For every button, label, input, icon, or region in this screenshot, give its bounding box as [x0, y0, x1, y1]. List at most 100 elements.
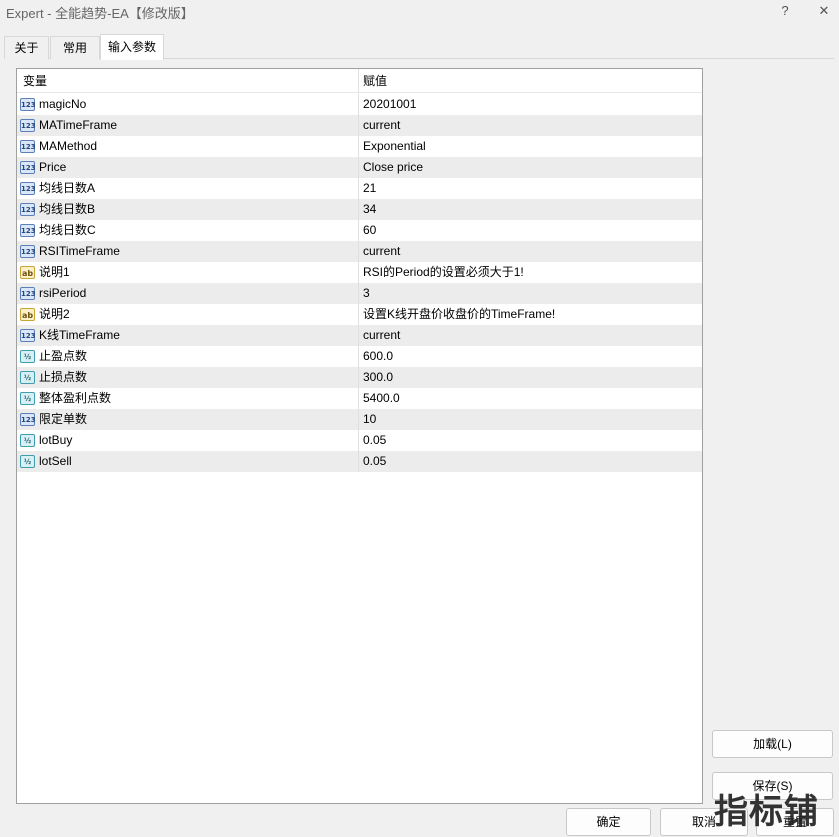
- table-row[interactable]: ½ 止损点数 300.0: [17, 367, 702, 388]
- parameter-name-cell[interactable]: 123 均线日数A: [17, 178, 359, 199]
- table-row[interactable]: ½ 整体盈利点数 5400.0: [17, 388, 702, 409]
- parameter-value[interactable]: Exponential: [359, 136, 701, 157]
- table-row[interactable]: 123 限定单数 10: [17, 409, 702, 430]
- parameter-name-cell[interactable]: 123 magicNo: [17, 94, 359, 115]
- parameter-name: 均线日数C: [39, 223, 96, 237]
- tab-common[interactable]: 常用: [50, 36, 100, 59]
- integer-type-icon: 123: [20, 140, 36, 153]
- parameter-value[interactable]: 0.05: [359, 430, 701, 451]
- parameter-name-cell[interactable]: 123 rsiPeriod: [17, 283, 359, 304]
- table-row[interactable]: 123 MATimeFrame current: [17, 115, 702, 136]
- integer-type-icon: 123: [20, 119, 36, 132]
- parameter-name-cell[interactable]: ½ 止盈点数: [17, 346, 359, 367]
- parameter-name-cell[interactable]: 123 K线TimeFrame: [17, 325, 359, 346]
- parameter-value[interactable]: RSI的Period的设置必须大于1!: [359, 262, 701, 283]
- table-row[interactable]: 123 MAMethod Exponential: [17, 136, 702, 157]
- parameter-value[interactable]: 300.0: [359, 367, 701, 388]
- parameter-name: MAMethod: [39, 139, 98, 153]
- parameter-name-cell[interactable]: 123 MAMethod: [17, 136, 359, 157]
- parameter-name-cell[interactable]: ab 说明2: [17, 304, 359, 325]
- parameter-value[interactable]: 34: [359, 199, 701, 220]
- tab-strip: 关于 常用 输入参数: [4, 34, 834, 60]
- column-header-variable[interactable]: 变量: [17, 69, 358, 93]
- parameter-value[interactable]: 20201001: [359, 94, 701, 115]
- table-row[interactable]: 123 RSITimeFrame current: [17, 241, 702, 262]
- parameter-name: lotBuy: [39, 433, 73, 447]
- table-row[interactable]: 123 均线日数A 21: [17, 178, 702, 199]
- parameter-name-cell[interactable]: ab 说明1: [17, 262, 359, 283]
- integer-type-icon: 123: [20, 98, 36, 111]
- parameter-name: 止损点数: [39, 370, 88, 384]
- table-row[interactable]: ½ lotBuy 0.05: [17, 430, 702, 451]
- grid-header: 变量 赋值: [17, 69, 702, 93]
- integer-type-icon: 123: [20, 245, 36, 258]
- parameter-name-cell[interactable]: ½ 整体盈利点数: [17, 388, 359, 409]
- column-header-value[interactable]: 赋值: [359, 69, 701, 93]
- parameter-name-cell[interactable]: 123 MATimeFrame: [17, 115, 359, 136]
- parameter-name-cell[interactable]: 123 限定单数: [17, 409, 359, 430]
- parameter-name: K线TimeFrame: [39, 328, 120, 342]
- window-title: Expert - 全能趋势-EA【修改版】: [6, 6, 194, 21]
- parameter-name: rsiPeriod: [39, 286, 87, 300]
- parameter-value[interactable]: 21: [359, 178, 701, 199]
- parameter-name: magicNo: [39, 97, 87, 111]
- load-button[interactable]: 加载(L): [712, 730, 833, 758]
- parameters-grid: 变量 赋值 123 magicNo 20201001 123 MATimeFrame cu…: [16, 68, 703, 804]
- parameter-value[interactable]: 600.0: [359, 346, 701, 367]
- parameter-name-cell[interactable]: ½ lotSell: [17, 451, 359, 472]
- parameter-value[interactable]: current: [359, 115, 701, 136]
- integer-type-icon: 123: [20, 161, 36, 174]
- parameter-value[interactable]: 60: [359, 220, 701, 241]
- table-row[interactable]: ½ lotSell 0.05: [17, 451, 702, 472]
- parameter-name: 均线日数B: [39, 202, 96, 216]
- table-row[interactable]: 123 Price Close price: [17, 157, 702, 178]
- table-row[interactable]: 123 K线TimeFrame current: [17, 325, 702, 346]
- parameter-rows: 123 magicNo 20201001 123 MATimeFrame current 1…: [17, 94, 702, 472]
- table-row[interactable]: ½ 止盈点数 600.0: [17, 346, 702, 367]
- integer-type-icon: 123: [20, 413, 36, 426]
- tab-inputs[interactable]: 输入参数: [100, 34, 164, 60]
- ok-button[interactable]: 确定: [566, 808, 651, 836]
- integer-type-icon: 123: [20, 203, 36, 216]
- double-type-icon: ½: [20, 392, 35, 405]
- integer-type-icon: 123: [20, 329, 36, 342]
- close-button[interactable]: ✕: [815, 2, 833, 20]
- parameter-name: 说明1: [39, 265, 70, 279]
- parameter-name: MATimeFrame: [39, 118, 117, 132]
- parameter-value[interactable]: 3: [359, 283, 701, 304]
- parameter-name: 说明2: [39, 307, 70, 321]
- parameter-value[interactable]: 设置K线开盘价收盘价的TimeFrame!: [359, 304, 701, 325]
- parameter-name: 整体盈利点数: [39, 391, 112, 405]
- parameter-value[interactable]: 5400.0: [359, 388, 701, 409]
- parameter-name: lotSell: [39, 454, 72, 468]
- watermark-logo: 指标铺: [714, 792, 819, 832]
- integer-type-icon: 123: [20, 287, 36, 300]
- tab-about[interactable]: 关于: [4, 36, 49, 59]
- table-row[interactable]: 123 rsiPeriod 3: [17, 283, 702, 304]
- parameter-name-cell[interactable]: 123 均线日数C: [17, 220, 359, 241]
- table-row[interactable]: 123 magicNo 20201001: [17, 94, 702, 115]
- parameter-name-cell[interactable]: 123 Price: [17, 157, 359, 178]
- parameter-name-cell[interactable]: 123 RSITimeFrame: [17, 241, 359, 262]
- string-type-icon: ab: [20, 266, 35, 279]
- parameter-name-cell[interactable]: ½ 止损点数: [17, 367, 359, 388]
- parameter-value[interactable]: Close price: [359, 157, 701, 178]
- help-button[interactable]: ?: [776, 2, 794, 20]
- table-row[interactable]: ab 说明2 设置K线开盘价收盘价的TimeFrame!: [17, 304, 702, 325]
- double-type-icon: ½: [20, 455, 35, 468]
- parameter-name-cell[interactable]: ½ lotBuy: [17, 430, 359, 451]
- table-row[interactable]: ab 说明1 RSI的Period的设置必须大于1!: [17, 262, 702, 283]
- string-type-icon: ab: [20, 308, 35, 321]
- double-type-icon: ½: [20, 371, 35, 384]
- parameter-name: Price: [39, 160, 67, 174]
- parameter-value[interactable]: 0.05: [359, 451, 701, 472]
- parameter-value[interactable]: current: [359, 325, 701, 346]
- table-row[interactable]: 123 均线日数B 34: [17, 199, 702, 220]
- parameter-name: 止盈点数: [39, 349, 88, 363]
- parameter-name-cell[interactable]: 123 均线日数B: [17, 199, 359, 220]
- parameter-value[interactable]: 10: [359, 409, 701, 430]
- table-row[interactable]: 123 均线日数C 60: [17, 220, 702, 241]
- parameter-value[interactable]: current: [359, 241, 701, 262]
- integer-type-icon: 123: [20, 224, 36, 237]
- double-type-icon: ½: [20, 434, 35, 447]
